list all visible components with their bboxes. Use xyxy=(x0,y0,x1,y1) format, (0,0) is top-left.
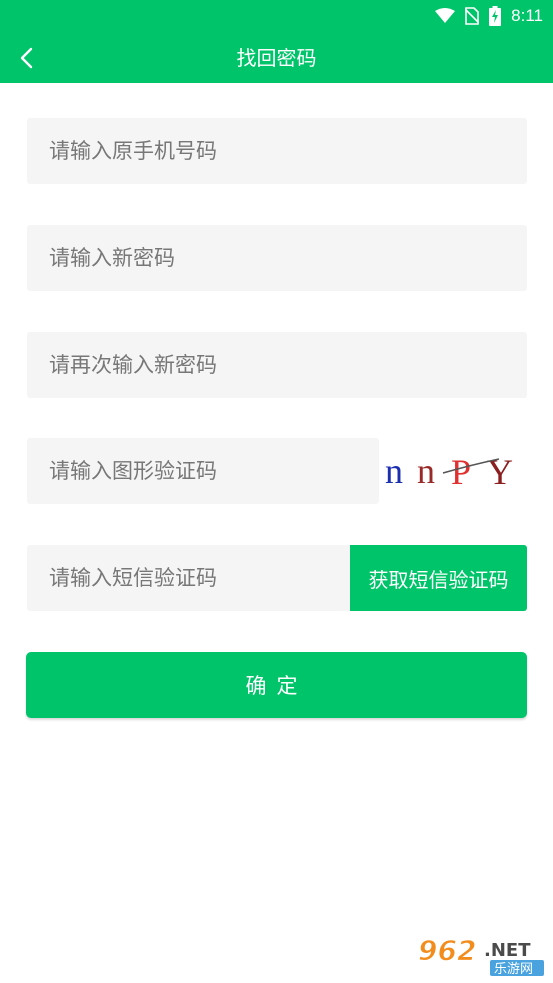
captcha-char-1: n xyxy=(385,451,403,491)
get-sms-code-button[interactable]: 获取短信验证码 xyxy=(350,545,527,611)
phone-input[interactable] xyxy=(27,118,527,184)
wifi-icon xyxy=(435,8,456,23)
status-bar: 8:11 xyxy=(0,0,553,33)
captcha-field xyxy=(27,438,379,504)
screen: 8:11 找回密码 n n P Y 获取短信验证码 确定 xyxy=(0,0,553,983)
watermark-number: 962 xyxy=(418,934,476,967)
captcha-input[interactable] xyxy=(27,438,379,504)
battery-charging-icon xyxy=(489,6,502,26)
new-password-field xyxy=(27,225,527,291)
confirm-password-input[interactable] xyxy=(27,332,527,398)
watermark-site: 乐游网 xyxy=(494,962,533,977)
watermark-domain: .NET xyxy=(484,940,531,961)
no-sim-icon xyxy=(465,7,480,25)
header: 找回密码 xyxy=(0,33,553,83)
phone-field xyxy=(27,118,527,184)
captcha-char-3: P xyxy=(451,452,471,492)
captcha-char-4: Y xyxy=(487,452,513,492)
captcha-char-2: n xyxy=(417,451,435,491)
page-title: 找回密码 xyxy=(236,46,317,70)
status-time: 8:11 xyxy=(511,6,543,25)
confirm-button[interactable]: 确定 xyxy=(26,652,527,718)
confirm-password-field xyxy=(27,332,527,398)
status-icons: 8:11 xyxy=(435,4,543,28)
site-watermark-logo: 962 .NET 乐游网 xyxy=(414,930,548,978)
sms-code-field xyxy=(27,545,350,611)
new-password-input[interactable] xyxy=(27,225,527,291)
sms-code-input[interactable] xyxy=(27,545,350,611)
captcha-image[interactable]: n n P Y xyxy=(381,443,521,499)
